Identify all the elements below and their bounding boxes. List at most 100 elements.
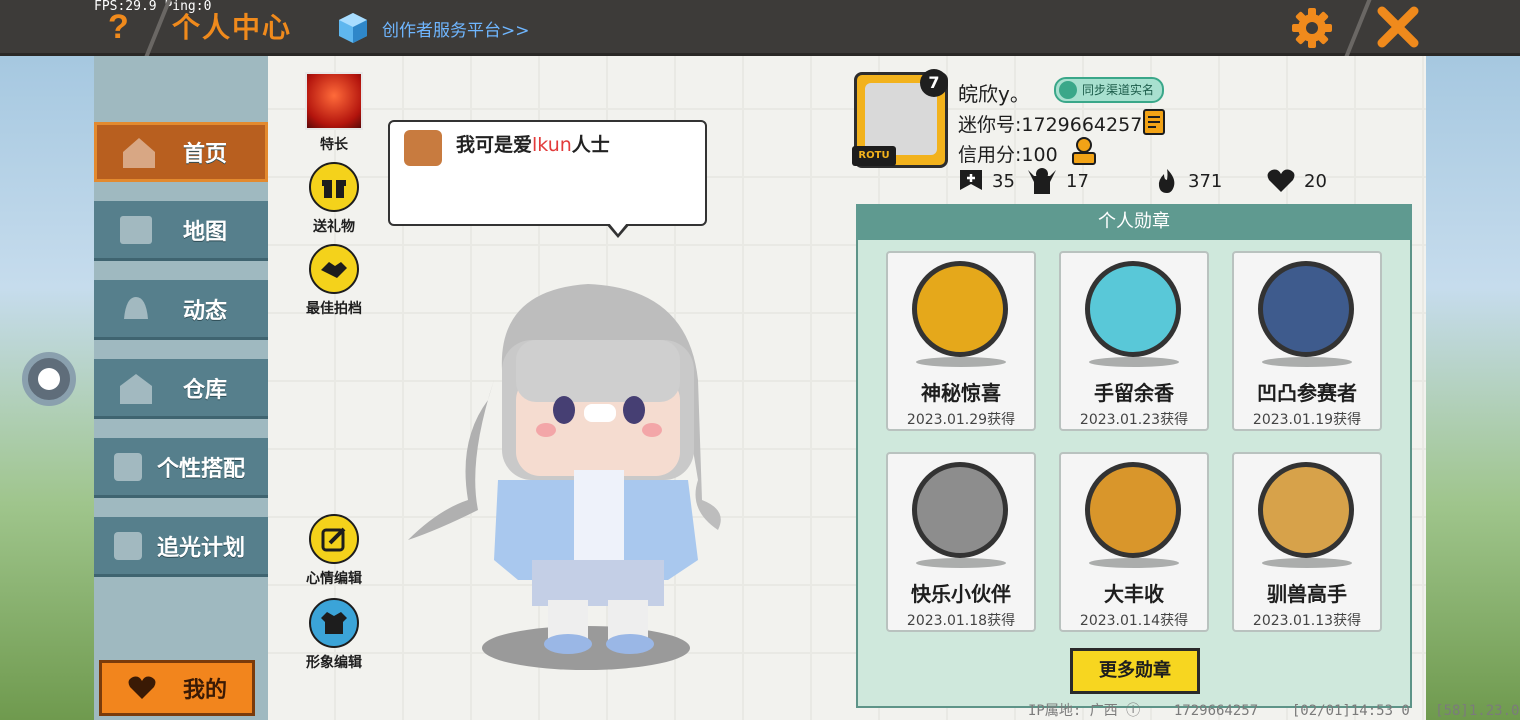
medal-shadow bbox=[916, 357, 1006, 367]
sync-realname-badge[interactable]: 同步渠道实名 bbox=[1054, 77, 1165, 103]
medal-panel-header: 个人勋章 bbox=[856, 204, 1412, 240]
send-gift-button[interactable]: 送礼物 bbox=[298, 162, 370, 236]
medal-card[interactable]: 大丰收 2023.01.14获得 bbox=[1059, 452, 1209, 632]
medal-date: 2023.01.19获得 bbox=[1252, 412, 1362, 428]
stat-fans: 17 bbox=[1026, 167, 1089, 195]
person-check-icon bbox=[1059, 81, 1077, 99]
medal-card[interactable]: 神秘惊喜 2023.01.29获得 bbox=[886, 251, 1036, 431]
medal-card[interactable]: 驯兽高手 2023.01.13获得 bbox=[1232, 452, 1382, 632]
menu-item-feed[interactable]: 动态 bbox=[94, 280, 268, 340]
fire-icon bbox=[1158, 169, 1175, 193]
medal-date: 2023.01.13获得 bbox=[1252, 613, 1362, 629]
mood-edit-button[interactable]: 心情编辑 bbox=[298, 514, 370, 588]
menu-item-warehouse[interactable]: 仓库 bbox=[94, 359, 268, 419]
my-button[interactable]: 我的 bbox=[99, 660, 255, 716]
level-badge: 7 bbox=[920, 69, 948, 97]
menu-item-label: 首页 bbox=[182, 142, 227, 167]
edit-icon bbox=[309, 514, 359, 564]
stat-likes: 20 bbox=[1266, 167, 1327, 195]
tamer-medal-icon bbox=[1258, 462, 1354, 558]
nickname: 皖欣y。 bbox=[958, 82, 1030, 106]
skill-label: 特长 bbox=[320, 137, 348, 153]
medal-shadow bbox=[1089, 558, 1179, 568]
cube-icon bbox=[339, 13, 367, 43]
close-icon[interactable] bbox=[1376, 5, 1420, 49]
medal-shadow bbox=[916, 558, 1006, 568]
medal-card[interactable]: 手留余香 2023.01.23获得 bbox=[1059, 251, 1209, 431]
mood-avatar-icon bbox=[404, 130, 442, 166]
medal-name: 神秘惊喜 bbox=[921, 381, 1001, 405]
handshake-icon bbox=[309, 244, 359, 294]
menu-item-label: 仓库 bbox=[182, 377, 227, 403]
stat-value: 17 bbox=[1066, 170, 1089, 192]
costume-edit-button[interactable]: 形象编辑 bbox=[298, 598, 370, 672]
mini-id: 迷你号:1729664257 bbox=[958, 114, 1143, 136]
footer-info: IP属地: 广西 ⓘ 1729664257 [02/01]14:53 0 [58… bbox=[1028, 703, 1520, 719]
gear-icon[interactable] bbox=[1290, 6, 1334, 50]
outfit-icon bbox=[114, 452, 142, 481]
stat-value: 20 bbox=[1304, 170, 1327, 192]
copy-icon[interactable] bbox=[1142, 108, 1166, 136]
map-icon bbox=[120, 215, 152, 244]
menu-item-outfit[interactable]: 个性搭配 bbox=[94, 438, 268, 498]
medal-date: 2023.01.23获得 bbox=[1079, 412, 1189, 428]
menu-item-plan[interactable]: 追光计划 bbox=[94, 517, 268, 577]
mood-highlight: lkun bbox=[532, 134, 572, 156]
avatar-tag: ROTU bbox=[852, 146, 896, 166]
medal-shadow bbox=[1089, 357, 1179, 367]
medal-date: 2023.01.14获得 bbox=[1079, 613, 1189, 629]
bell-icon bbox=[124, 296, 148, 319]
menu-item-label: 地图 bbox=[182, 219, 227, 245]
flower-medal-icon bbox=[1085, 261, 1181, 357]
sync-badge-label: 同步渠道实名 bbox=[1082, 83, 1155, 97]
send-gift-label: 送礼物 bbox=[313, 219, 355, 235]
medal-name: 驯兽高手 bbox=[1267, 582, 1347, 606]
stat-popularity: 371 bbox=[1154, 167, 1222, 195]
person-card-icon[interactable] bbox=[1070, 136, 1098, 166]
creator-platform-link[interactable]: 创作者服务平台>> bbox=[336, 10, 530, 46]
medal-name: 大丰收 bbox=[1104, 582, 1164, 606]
menu-item-home[interactable]: 首页 bbox=[94, 122, 268, 182]
medal-card[interactable]: 凹凸参赛者 2023.01.19获得 bbox=[1232, 251, 1382, 431]
bubble-tail-inner bbox=[609, 223, 627, 234]
stat-posts: 35 bbox=[958, 167, 1015, 195]
mood-edit-label: 心情编辑 bbox=[306, 571, 362, 587]
menu-item-label: 追光计划 bbox=[156, 535, 245, 561]
costume-edit-label: 形象编辑 bbox=[306, 655, 362, 671]
medal-name: 快乐小伙伴 bbox=[911, 582, 1011, 606]
menu-item-label: 动态 bbox=[182, 298, 227, 324]
menu-item-map[interactable]: 地图 bbox=[94, 201, 268, 261]
trophy-medal-icon bbox=[1258, 261, 1354, 357]
gift-medal-icon bbox=[912, 261, 1008, 357]
skill-icon bbox=[305, 72, 363, 130]
mood-text: 我可是爱lkun人士 bbox=[456, 134, 610, 156]
menu-item-label: 个性搭配 bbox=[156, 456, 245, 482]
creator-platform-label: 创作者服务平台>> bbox=[382, 20, 530, 41]
plus-icon bbox=[960, 170, 982, 190]
more-medals-button[interactable]: 更多勋章 bbox=[1070, 648, 1200, 694]
heart-pair-icon bbox=[1267, 169, 1295, 192]
costume-icon bbox=[309, 598, 359, 648]
harvest-medal-icon bbox=[1085, 462, 1181, 558]
page-title: 个人中心 bbox=[172, 11, 293, 44]
plan-icon bbox=[114, 531, 142, 560]
monkey-friends-medal-icon bbox=[912, 462, 1008, 558]
medal-date: 2023.01.18获得 bbox=[906, 613, 1016, 629]
help-icon[interactable]: ? bbox=[108, 8, 129, 47]
medal-date: 2023.01.29获得 bbox=[906, 412, 1016, 428]
gift-icon bbox=[309, 162, 359, 212]
my-button-label: 我的 bbox=[182, 678, 227, 703]
warehouse-icon bbox=[120, 373, 152, 404]
medal-shadow bbox=[1262, 558, 1352, 568]
credit-score: 信用分:100 bbox=[958, 144, 1058, 166]
house-icon bbox=[123, 138, 155, 168]
skill-button[interactable]: 特长 bbox=[298, 72, 370, 154]
medal-card[interactable]: 快乐小伙伴 2023.01.18获得 bbox=[886, 452, 1036, 632]
medal-name: 凹凸参赛者 bbox=[1257, 381, 1357, 405]
heart-icon bbox=[128, 676, 156, 699]
character-avatar[interactable] bbox=[398, 280, 738, 670]
floating-ball-button[interactable] bbox=[22, 352, 76, 406]
stat-value: 371 bbox=[1188, 170, 1223, 192]
best-partner-button[interactable]: 最佳拍档 bbox=[298, 244, 370, 318]
fans-icon bbox=[1028, 168, 1056, 194]
